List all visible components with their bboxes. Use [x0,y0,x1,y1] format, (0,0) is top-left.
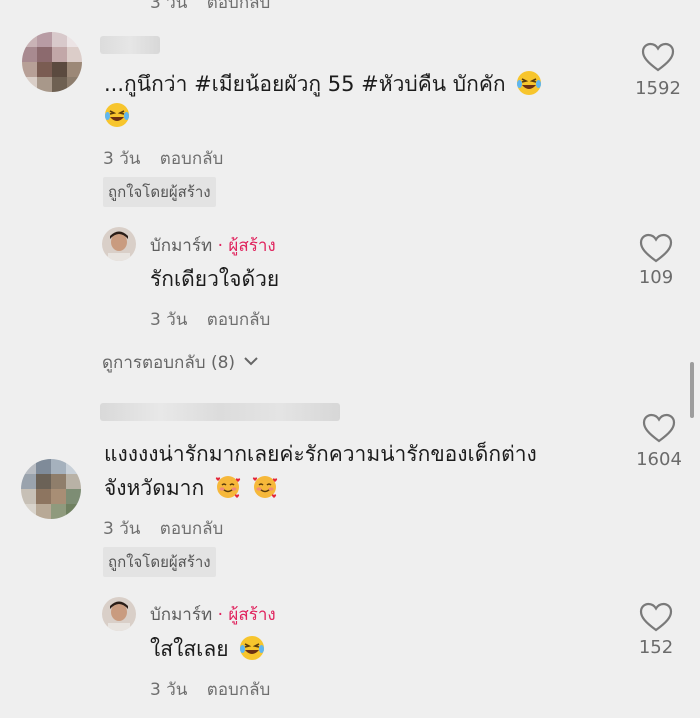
comment-time: 3 วัน [103,149,141,169]
comment-text: แงงงงน่ารักมากเลยค่ะรักความน่ารักของเด็ก… [104,438,537,470]
reply-like-button[interactable] [639,233,673,267]
comment-meta: 3 วัน ตอบกลับ [103,145,237,172]
reply-text-wrap: ใสใสเลย [150,633,265,665]
reply-reply-button[interactable]: ตอบกลับ [207,310,271,330]
creator-tag: · ผู้สร้าง [217,605,276,625]
creator-name-row: บักมาร์ท · ผู้สร้าง [150,232,276,259]
reply-text: รักเดียวใจด้วย [150,267,280,291]
creator-avatar[interactable] [102,227,136,261]
view-replies-label: ดูการตอบกลับ (8) [102,353,236,373]
creator-avatar[interactable] [102,597,136,631]
creator-name-row: บักมาร์ท · ผู้สร้าง [150,601,276,628]
avatar[interactable] [21,459,81,519]
top-partial-reply-button[interactable]: ตอบกลับ [207,0,271,13]
reply-time: 3 วัน [150,310,188,330]
creator-photo [102,227,136,261]
comment-meta: 3 วัน ตอบกลับ [103,515,237,542]
reply-text: ใสใสเลย [150,637,229,661]
top-partial-meta: 3 วัน ตอบกลับ [150,0,284,16]
creator-name[interactable]: บักมาร์ท [150,236,212,256]
reply-like-button[interactable] [639,602,673,636]
creator-tag: · ผู้สร้าง [217,236,276,256]
reply-button[interactable]: ตอบกลับ [160,149,224,169]
view-replies-button[interactable]: ดูการตอบกลับ (8) [102,349,259,376]
reply-meta: 3 วัน ตอบกลับ [150,676,284,703]
reply-meta: 3 วัน ตอบกลับ [150,306,284,333]
like-button[interactable] [641,42,675,76]
comment-text-line-1: ...กูนึกว่า #เมียน้อยผัวกู 55 #หัวบ่คืน … [104,72,506,96]
comment-time: 3 วัน [103,519,141,539]
heart-icon [639,233,673,263]
blurred-username[interactable] [100,403,340,421]
avatar[interactable] [22,32,82,92]
reply-like-count: 109 [638,267,674,288]
heart-icon [641,42,675,72]
like-count: 1604 [636,449,682,470]
laughing-tears-icon [240,636,265,660]
smiling-face-with-hearts-icon [215,476,240,498]
blurred-username[interactable] [100,36,160,54]
chevron-down-icon [244,357,259,366]
laughing-tears-icon [105,103,129,127]
comment-text-line-2-wrap [104,100,130,132]
comment-text: ...กูนึกว่า #เมียน้อยผัวกู 55 #หัวบ่คืน … [104,68,542,100]
reply-like-count: 152 [638,637,674,658]
like-button[interactable] [642,413,676,447]
reply-button[interactable]: ตอบกลับ [160,519,224,539]
heart-icon [642,413,676,443]
comment-text-line-1: แงงงงน่ารักมากเลยค่ะรักความน่ารักของเด็ก… [104,442,537,466]
heart-icon [639,602,673,632]
liked-by-creator-badge: ถูกใจโดยผู้สร้าง [103,177,216,207]
top-partial-time: 3 วัน [150,0,188,13]
comment-1: ...กูนึกว่า #เมียน้อยผัวกู 55 #หัวบ่คืน … [0,0,700,373]
comment-text-line-2: จังหวัดมาก [104,476,205,500]
comment-text-line-2-wrap: จังหวัดมาก [104,472,278,504]
reply-reply-button[interactable]: ตอบกลับ [207,680,271,700]
smiling-face-with-hearts-icon [252,476,277,498]
scrollbar[interactable] [690,362,694,418]
liked-by-creator-badge: ถูกใจโดยผู้สร้าง [103,547,216,577]
creator-name[interactable]: บักมาร์ท [150,605,212,625]
laughing-tears-icon [517,71,542,95]
like-count: 1592 [635,78,681,99]
creator-photo [102,597,136,631]
reply-time: 3 วัน [150,680,188,700]
